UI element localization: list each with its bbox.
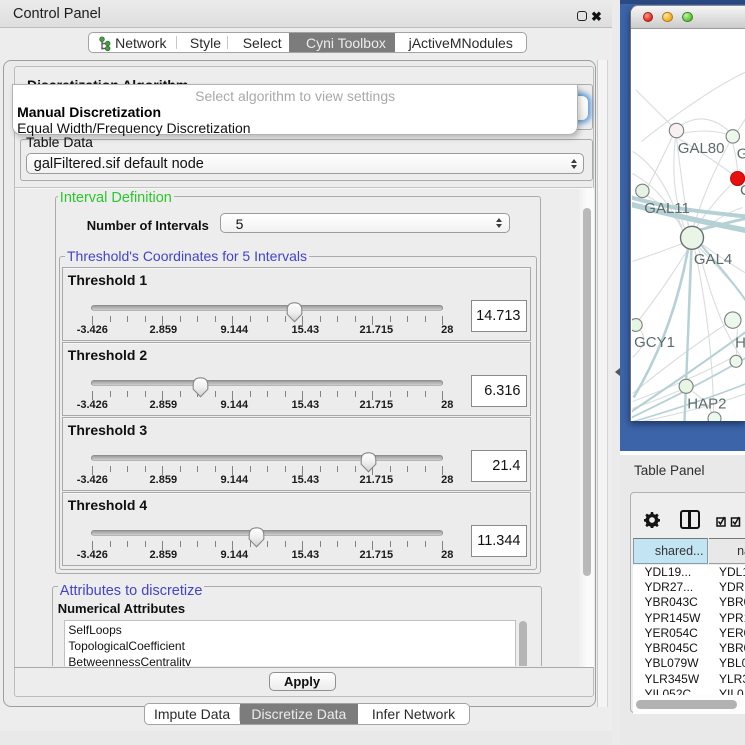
svg-text:GAL4: GAL4 <box>693 251 731 268</box>
svg-text:GAL80: GAL80 <box>677 140 724 157</box>
svg-text:GAL11: GAL11 <box>644 200 690 217</box>
svg-text:CD: CD <box>740 182 745 199</box>
svg-text:HIS: HIS <box>735 334 745 351</box>
svg-text:HAP2: HAP2 <box>687 395 726 412</box>
svg-text:GCY1: GCY1 <box>634 334 675 351</box>
svg-text:GA: GA <box>736 145 745 162</box>
